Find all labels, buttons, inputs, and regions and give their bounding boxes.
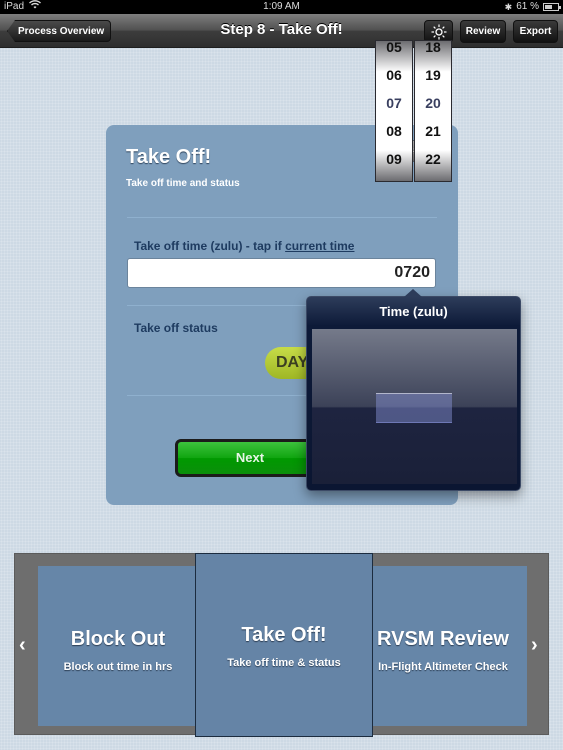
take-off-status-label: Take off status (134, 321, 218, 335)
popover-arrow (404, 289, 422, 297)
minute-option-selected[interactable]: 20 (415, 89, 451, 117)
slide-title: Take Off! (241, 624, 327, 646)
hour-option[interactable]: 06 (376, 61, 412, 89)
chevron-right-icon[interactable]: › (531, 634, 538, 657)
minute-option[interactable]: 18 (415, 41, 451, 61)
clock: 1:09 AM (263, 1, 300, 12)
minute-option[interactable]: 22 (415, 145, 451, 173)
export-button[interactable]: Export (513, 20, 558, 43)
minute-wheel[interactable]: 18 19 20 21 22 (414, 40, 452, 182)
hour-option-selected[interactable]: 07 (376, 89, 412, 117)
review-button[interactable]: Review (460, 20, 506, 43)
hour-wheel[interactable]: 05 06 07 08 09 (375, 40, 413, 182)
chevron-left-icon[interactable]: ‹ (19, 634, 26, 657)
carousel-slide-take-off-active[interactable]: Take Off! Take off time & status (195, 553, 373, 737)
bluetooth-icon: ✱ (504, 2, 513, 12)
slide-subtitle: Take off time & status (227, 657, 341, 669)
slide-subtitle: In-Flight Altimeter Check (378, 661, 508, 673)
hour-option[interactable]: 08 (376, 117, 412, 145)
navigation-bar: Process Overview Step 8 - Take Off! Revi… (0, 14, 563, 48)
carousel-slide-rvsm-review[interactable]: RVSM Review In-Flight Altimeter Check (359, 566, 527, 726)
carousel-slide-block-out[interactable]: Block Out Block out time in hrs (38, 566, 198, 726)
card-subtitle: Take off time and status (126, 178, 240, 189)
card-title: Take Off! (126, 146, 212, 168)
time-picker-popover: Time (zulu) (306, 289, 521, 491)
minute-option[interactable]: 21 (415, 117, 451, 145)
take-off-time-label-text: Take off time (zulu) - tap if (134, 239, 282, 253)
status-bar: iPad 1:09 AM ✱ 61 % (0, 0, 563, 14)
hour-option[interactable]: 09 (376, 145, 412, 173)
slide-subtitle: Block out time in hrs (63, 661, 173, 673)
take-off-time-label: Take off time (zulu) - tap if current ti… (134, 239, 354, 253)
step-carousel: ‹ Block Out Block out time in hrs RVSM R… (14, 553, 549, 737)
divider (127, 217, 437, 218)
battery-icon (543, 3, 561, 11)
hour-option[interactable]: 05 (376, 41, 412, 61)
minute-option[interactable]: 19 (415, 61, 451, 89)
battery-percent: 61 % (516, 1, 539, 12)
popover-title: Time (zulu) (379, 304, 448, 319)
current-time-link[interactable]: current time (285, 239, 354, 253)
take-off-time-input[interactable]: 0720 (127, 258, 436, 288)
slide-title: RVSM Review (377, 628, 509, 650)
slide-title: Block Out (70, 628, 166, 650)
next-button[interactable]: Next (175, 439, 325, 477)
picker-background (312, 329, 517, 484)
